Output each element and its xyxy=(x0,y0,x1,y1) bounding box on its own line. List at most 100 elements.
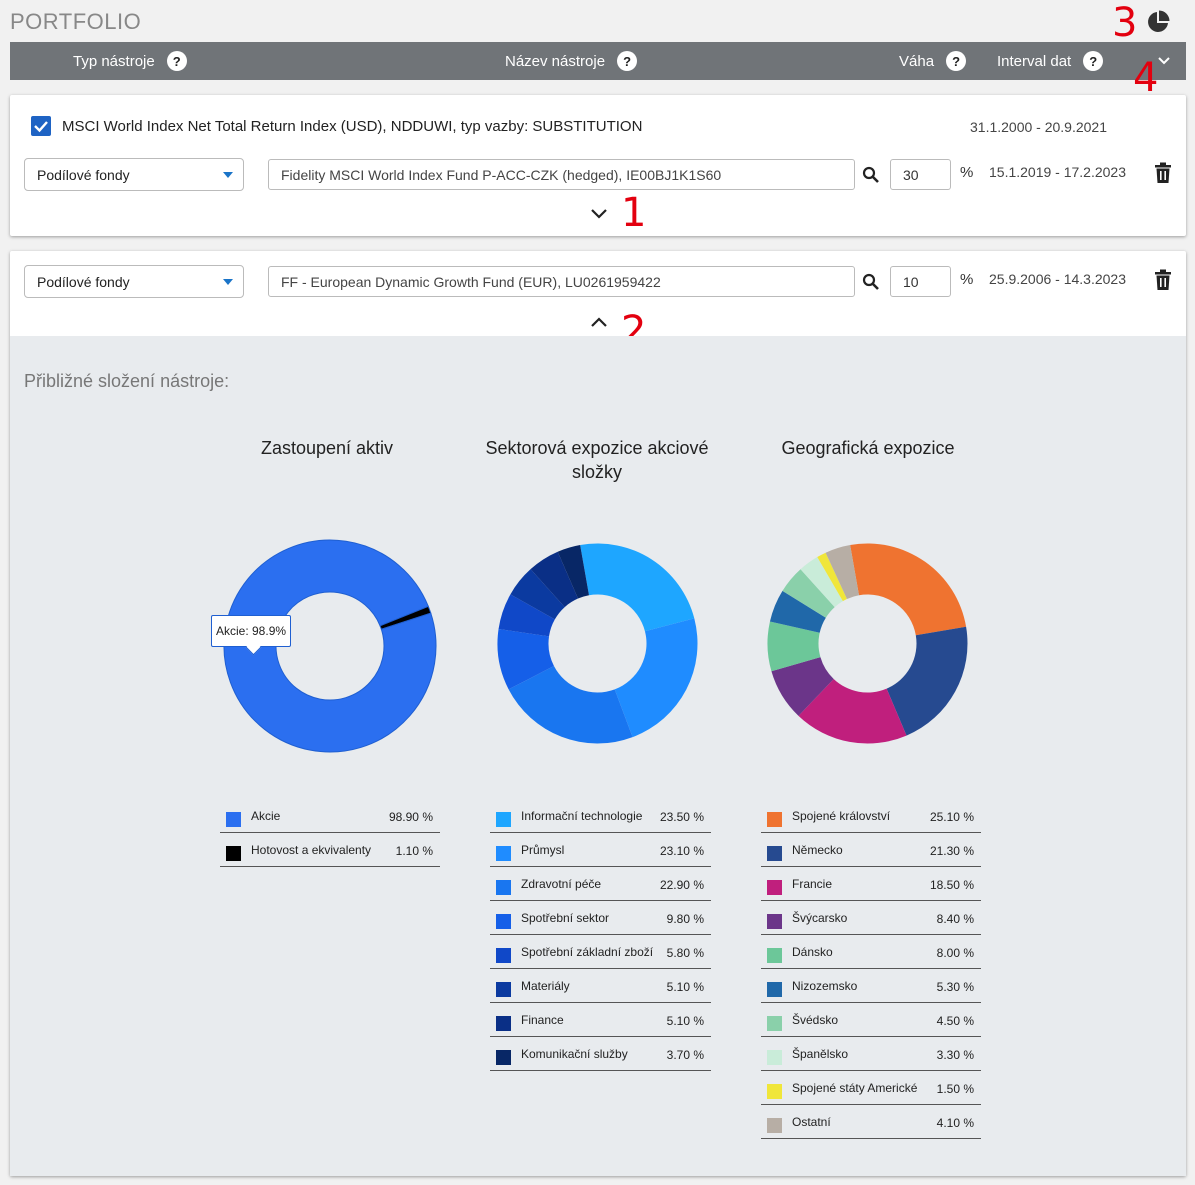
legend-value: 9.80 % xyxy=(666,912,704,926)
annotation-4: 4 xyxy=(1133,55,1159,101)
donut-chart-sectors xyxy=(497,543,698,744)
donut-slice[interactable] xyxy=(614,618,698,738)
trash-icon[interactable] xyxy=(1154,162,1172,184)
legend-item[interactable]: Nizozemsko 5.30 % xyxy=(761,969,981,1003)
legend-item[interactable]: Spotřební základní zboží 5.80 % xyxy=(490,935,711,969)
instrument-type-select[interactable]: Podílové fondy xyxy=(24,265,244,298)
search-icon[interactable] xyxy=(862,166,880,184)
collapse-chevron-up-icon[interactable] xyxy=(589,315,609,329)
legend-item[interactable]: Dánsko 8.00 % xyxy=(761,935,981,969)
legend-value: 1.10 % xyxy=(395,844,433,858)
legend-label: Materiály xyxy=(521,979,570,993)
donut-slice[interactable] xyxy=(580,543,695,632)
expand-chevron-down-icon[interactable] xyxy=(589,207,609,221)
legend-label: Ostatní xyxy=(792,1115,831,1129)
column-data-interval: Interval dat ? xyxy=(997,42,1104,80)
legend-value: 5.10 % xyxy=(666,1014,704,1028)
legend-label: Hotovost a ekvivalenty xyxy=(251,843,372,857)
legend-value: 18.50 % xyxy=(929,878,974,892)
instrument-card: MSCI World Index Net Total Return Index … xyxy=(10,95,1186,236)
legend-item[interactable]: Německo 21.30 % xyxy=(761,833,981,867)
legend-item[interactable]: Spojené království 25.10 % xyxy=(761,799,981,833)
help-icon[interactable]: ? xyxy=(1083,51,1104,71)
legend-swatch xyxy=(496,1016,511,1031)
column-weight-label: Váha xyxy=(899,52,935,70)
legend-swatch xyxy=(226,846,241,861)
legend-item[interactable]: Španělsko 3.30 % xyxy=(761,1037,981,1071)
help-icon[interactable]: ? xyxy=(166,51,187,71)
help-icon[interactable]: ? xyxy=(617,51,638,71)
legend-label: Informační technologie xyxy=(521,809,643,823)
legend-item[interactable]: Průmysl 23.10 % xyxy=(490,833,711,867)
instrument-type-select[interactable]: Podílové fondy xyxy=(24,158,244,191)
legend-label: Španělsko xyxy=(792,1047,849,1061)
legend-label: Německo xyxy=(792,843,843,857)
instrument-card-expanded: Podílové fondy % 25.9.2006 - 14.3.2023 2… xyxy=(10,251,1186,1176)
legend-label: Švýcarsko xyxy=(792,911,848,925)
donut-slice[interactable] xyxy=(850,543,967,636)
legend-value: 5.30 % xyxy=(936,980,974,994)
legend-item[interactable]: Švédsko 4.50 % xyxy=(761,1003,981,1037)
legend-value: 1.50 % xyxy=(936,1082,974,1096)
legend-item[interactable]: Spojené státy Americké 1.50 % xyxy=(761,1071,981,1105)
weight-input[interactable] xyxy=(890,266,951,297)
legend-value: 23.50 % xyxy=(659,810,704,824)
legend-value: 25.10 % xyxy=(929,810,974,824)
legend-swatch xyxy=(496,982,511,997)
index-label: MSCI World Index Net Total Return Index … xyxy=(62,118,643,135)
legend-item[interactable]: Hotovost a ekvivalenty 1.10 % xyxy=(220,833,440,867)
legend-item[interactable]: Ostatní 4.10 % xyxy=(761,1105,981,1139)
legend-item[interactable]: Komunikační služby 3.70 % xyxy=(490,1037,711,1071)
instrument-data-interval: 15.1.2019 - 17.2.2023 xyxy=(989,164,1127,180)
legend-label: Spojené království xyxy=(792,809,891,823)
chart-title-assets: Zastoupení aktiv xyxy=(260,438,394,458)
legend-item[interactable]: Akcie 98.90 % xyxy=(220,799,440,833)
legend-swatch xyxy=(767,1084,782,1099)
legend-value: 4.50 % xyxy=(936,1014,974,1028)
legend-item[interactable]: Švýcarsko 8.40 % xyxy=(761,901,981,935)
legend-label: Francie xyxy=(792,877,833,891)
legend-item[interactable]: Zdravotní péče 22.90 % xyxy=(490,867,711,901)
legend-value: 21.30 % xyxy=(929,844,974,858)
caret-down-icon xyxy=(223,279,233,285)
legend-label: Švédsko xyxy=(792,1013,839,1027)
trash-icon[interactable] xyxy=(1154,269,1172,291)
legend-label: Spotřební sektor xyxy=(521,911,610,925)
legend-label: Komunikační služby xyxy=(521,1047,628,1061)
legend-swatch xyxy=(767,846,782,861)
search-icon[interactable] xyxy=(862,273,880,291)
chart-title-sectors: Sektorová expozice akciové složky xyxy=(485,438,709,482)
help-icon[interactable]: ? xyxy=(946,51,967,71)
legend-label: Dánsko xyxy=(792,945,833,959)
annotation-1: 1 xyxy=(621,190,647,236)
legend-swatch xyxy=(767,948,782,963)
index-checkbox[interactable] xyxy=(31,116,51,136)
legend-swatch xyxy=(496,914,511,929)
legend-value: 3.30 % xyxy=(936,1048,974,1062)
legend-item[interactable]: Materiály 5.10 % xyxy=(490,969,711,1003)
legend-value: 23.10 % xyxy=(659,844,704,858)
legend-label: Zdravotní péče xyxy=(521,877,602,891)
annotation-3: 3 xyxy=(1112,0,1138,46)
legend-item[interactable]: Francie 18.50 % xyxy=(761,867,981,901)
legend-value: 22.90 % xyxy=(659,878,704,892)
legend-value: 8.00 % xyxy=(936,946,974,960)
legend-value: 8.40 % xyxy=(936,912,974,926)
pie-chart-icon[interactable] xyxy=(1146,10,1170,34)
legend-swatch xyxy=(767,812,782,827)
weight-input[interactable] xyxy=(890,159,951,190)
instrument-name-input[interactable] xyxy=(268,266,855,297)
legend-swatch xyxy=(496,948,511,963)
legend-swatch xyxy=(767,982,782,997)
legend-item[interactable]: Finance 5.10 % xyxy=(490,1003,711,1037)
legend-swatch xyxy=(767,914,782,929)
legend-value: 5.10 % xyxy=(666,980,704,994)
instrument-data-interval: 25.9.2006 - 14.3.2023 xyxy=(989,271,1127,287)
instrument-name-input[interactable] xyxy=(268,159,855,190)
legend-item[interactable]: Spotřební sektor 9.80 % xyxy=(490,901,711,935)
chart-title-geography: Geografická expozice xyxy=(781,438,955,458)
column-instrument-type: Typ nástroje ? xyxy=(73,42,187,80)
legend-label: Spojené státy Americké xyxy=(792,1081,918,1095)
donut-chart-geography xyxy=(767,543,968,744)
legend-item[interactable]: Informační technologie 23.50 % xyxy=(490,799,711,833)
